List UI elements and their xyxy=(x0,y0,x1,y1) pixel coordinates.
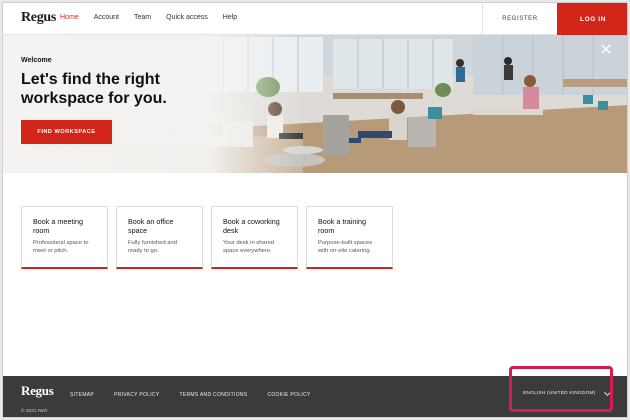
footer-links: SITEMAP PRIVACY POLICY TERMS AND CONDITI… xyxy=(70,392,331,398)
nav-account[interactable]: Account xyxy=(94,14,119,21)
card-title: Book a coworking desk xyxy=(223,217,280,235)
card-description: Purpose-built spaces with on-site cateri… xyxy=(318,240,373,254)
footer-logo[interactable]: Regus xyxy=(21,383,54,399)
footer-link-sitemap[interactable]: SITEMAP xyxy=(70,392,94,398)
card-office-space[interactable]: Book an office space Fully furnished and… xyxy=(116,206,203,269)
regus-logo[interactable]: Regus xyxy=(21,10,56,26)
nav-quick-access[interactable]: Quick access xyxy=(166,14,208,21)
footer-link-cookie-policy[interactable]: COOKIE POLICY xyxy=(267,392,310,398)
card-description: Your desk in shared space everywhere. xyxy=(223,240,275,254)
find-workspace-button[interactable]: FIND WORKSPACE xyxy=(21,120,112,144)
footer-logo-text: Regus xyxy=(21,383,54,398)
footer-link-privacy-policy[interactable]: PRIVACY POLICY xyxy=(114,392,159,398)
register-button[interactable]: REGISTER xyxy=(482,3,557,35)
card-title: Book a training room xyxy=(318,217,366,235)
card-title: Book an office space xyxy=(128,217,174,235)
card-description: Professional space to meet or pitch. xyxy=(33,240,89,254)
card-title: Book a meeting room xyxy=(33,217,83,235)
login-button[interactable]: LOG IN xyxy=(557,3,627,35)
hero-banner: Welcome Let's find the right workspace f… xyxy=(3,35,627,173)
language-selector-highlight xyxy=(509,366,613,412)
card-meeting-room[interactable]: Book a meeting room Professional space t… xyxy=(21,206,108,269)
top-navigation-bar: Regus Home Account Team Quick access Hel… xyxy=(3,3,627,35)
main-nav: Home Account Team Quick access Help xyxy=(60,14,252,21)
booking-cards: Book a meeting room Professional space t… xyxy=(21,206,393,269)
hero-text-block: Welcome Let's find the right workspace f… xyxy=(21,57,211,108)
welcome-label: Welcome xyxy=(21,57,52,64)
card-description: Fully furnished and ready to go. xyxy=(128,240,177,254)
hero-headline: Let's find the right workspace for you. xyxy=(21,71,167,107)
nav-help[interactable]: Help xyxy=(223,14,237,21)
nav-home[interactable]: Home xyxy=(60,14,79,21)
card-coworking-desk[interactable]: Book a coworking desk Your desk in share… xyxy=(211,206,298,269)
footer-link-terms[interactable]: TERMS AND CONDITIONS xyxy=(179,392,247,398)
close-icon[interactable] xyxy=(601,44,611,54)
card-training-room[interactable]: Book a training room Purpose-built space… xyxy=(306,206,393,269)
nav-team[interactable]: Team xyxy=(134,14,151,21)
logo-text: Regus xyxy=(21,10,57,25)
copyright-text: © 2021 IWG xyxy=(21,409,48,414)
browser-page: Regus Home Account Team Quick access Hel… xyxy=(2,2,628,418)
